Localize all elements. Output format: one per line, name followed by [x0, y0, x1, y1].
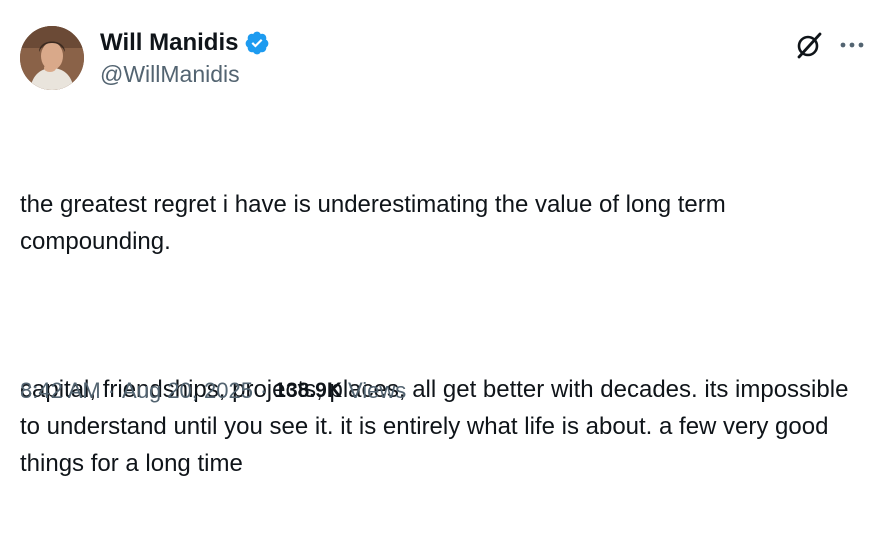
more-options-icon[interactable] [838, 31, 866, 59]
views-count: 138.9K [274, 379, 342, 402]
verified-badge-icon [244, 30, 270, 56]
meta-separator: · [107, 378, 116, 403]
tweet-header: Will Manidis @WillManidis [20, 24, 866, 94]
avatar-image [20, 26, 84, 90]
tweet-text: the greatest regret i have is underestim… [20, 112, 870, 556]
author-info: Will Manidis @WillManidis [100, 26, 270, 88]
avatar[interactable] [20, 26, 84, 90]
views-label: Views [348, 378, 407, 403]
name-row: Will Manidis [100, 26, 270, 60]
author-display-name[interactable]: Will Manidis [100, 29, 238, 57]
tweet-card: Will Manidis @WillManidis the greatest r… [0, 0, 886, 477]
tweet-time[interactable]: 8:42 AM [20, 378, 101, 404]
tweet-date[interactable]: Aug 20, 2025 [122, 378, 253, 404]
grok-icon[interactable] [794, 30, 824, 60]
tweet-paragraph-1: the greatest regret i have is underestim… [20, 191, 733, 255]
tweet-meta: 8:42 AM · Aug 20, 2025 · 138.9K Views [20, 378, 406, 404]
author-handle[interactable]: @WillManidis [100, 61, 270, 88]
header-actions [794, 30, 866, 60]
meta-separator: · [259, 378, 268, 403]
